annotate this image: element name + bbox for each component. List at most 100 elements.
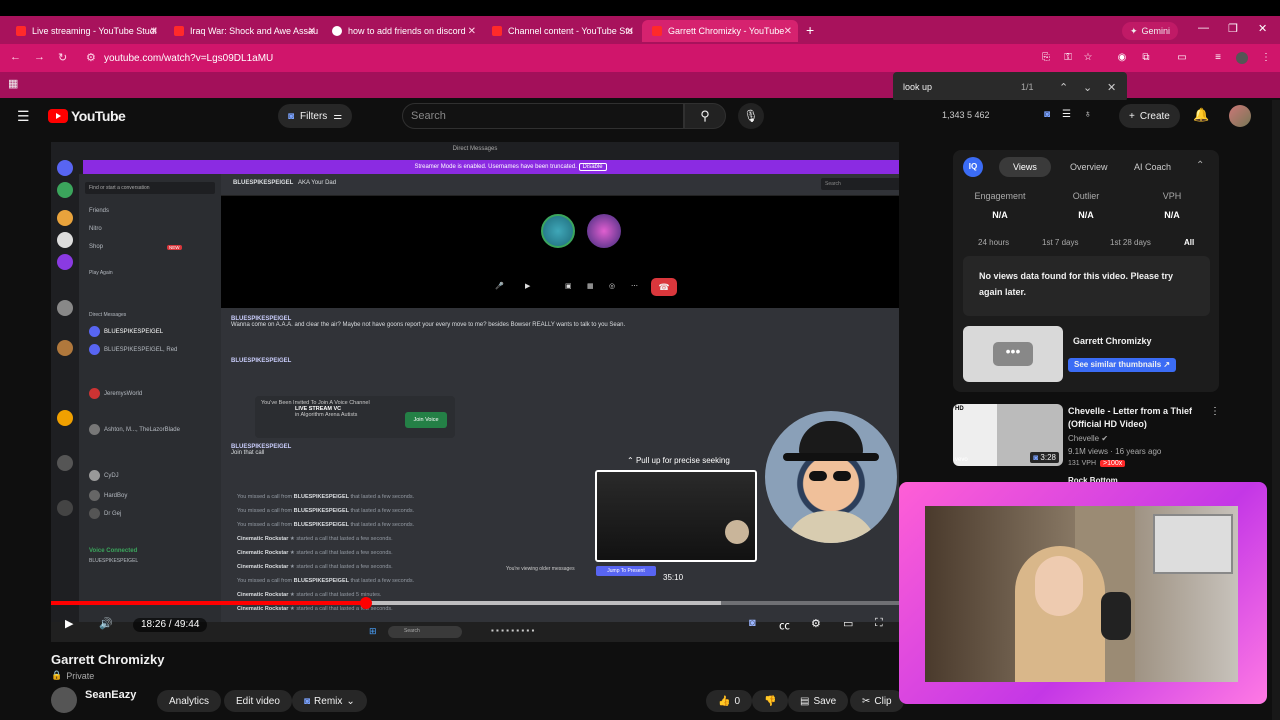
create-button[interactable]: + Create — [1119, 104, 1180, 128]
fullscreen-icon[interactable]: ⛶ — [875, 617, 883, 630]
avatar — [89, 326, 100, 337]
streamer-banner-text: Streamer Mode is enabled. Usernames have… — [414, 164, 577, 170]
collapse-icon[interactable]: ⌃ — [1196, 160, 1204, 171]
url-field[interactable]: youtube.com/watch?v=Lgs09DL1aMU — [104, 53, 273, 64]
find-prev-icon[interactable]: ⌃ — [1059, 81, 1068, 94]
hamburger-menu-icon[interactable]: ☰ — [17, 108, 30, 125]
close-icon[interactable]: ✕ — [150, 26, 158, 37]
tab-discord-search[interactable]: how to add friends on discord ✕ — [322, 20, 482, 42]
range-7d[interactable]: 1st 7 days — [1042, 238, 1078, 247]
forward-icon[interactable]: → — [34, 51, 45, 63]
dm-item: BLUESPIKESPEIGEL, Red — [89, 344, 177, 355]
tab-views[interactable]: Views — [999, 157, 1051, 177]
grid-icon[interactable]: ☰ — [1062, 109, 1071, 120]
minimize-icon[interactable]: — — [1198, 22, 1209, 34]
extensions-icon[interactable]: ⧉ — [1140, 52, 1152, 64]
youtube-logo[interactable]: YouTube — [48, 108, 126, 124]
search-input[interactable]: Search — [402, 103, 684, 129]
scrubber-handle[interactable] — [359, 597, 372, 609]
coat — [785, 511, 877, 543]
gemini-label: Gemini — [1141, 26, 1171, 36]
install-icon[interactable]: ⎘ — [1040, 52, 1052, 64]
close-icon[interactable]: ✕ — [784, 26, 792, 37]
apps-icon[interactable]: ▦ — [8, 77, 18, 90]
hang-up-icon: ☎ — [651, 278, 677, 296]
tab-iraq-war[interactable]: Iraq War: Shock and Awe Assau ✕ — [164, 20, 322, 42]
metric-value: N/A — [992, 210, 1008, 220]
profile-avatar[interactable] — [1236, 52, 1248, 64]
tab-overview[interactable]: Overview — [1056, 157, 1122, 177]
key-icon[interactable]: ⚿ — [1062, 52, 1074, 64]
play-icon[interactable]: ▶ — [65, 617, 73, 630]
remix-button[interactable]: ◙ Remix ⌄ — [292, 690, 367, 712]
vidiq-toolbar-icon[interactable]: ◙ — [1044, 109, 1050, 120]
vph-label: 131 VPH — [1068, 460, 1097, 467]
chat-message: BLUESPIKESPEIGEL Wanna come on A.A.A. and… — [231, 316, 625, 328]
gemini-button[interactable]: ✦ Gemini — [1122, 22, 1179, 40]
save-button[interactable]: ▤ Save — [788, 690, 849, 712]
recommended-title[interactable]: Chevelle - Letter from a Thief (Official… — [1068, 405, 1208, 431]
notifications-bell-icon[interactable]: 🔔 — [1193, 107, 1209, 123]
more-vert-icon[interactable]: ⋮ — [1260, 52, 1272, 64]
find-next-icon[interactable]: ⌄ — [1083, 81, 1092, 94]
channel-name[interactable]: SeanEazy — [85, 689, 136, 701]
vidiq-icon: ◙ — [288, 110, 295, 122]
more-vert-icon[interactable]: ⋮ — [1210, 406, 1220, 417]
recommended-thumbnail[interactable]: HD vevo ◙ 3:28 — [953, 404, 1063, 466]
find-input[interactable]: look up — [903, 82, 932, 92]
tab-garrett-chromizky[interactable]: Garrett Chromizky - YouTube ✕ — [642, 20, 798, 42]
settings-gear-icon[interactable]: ⚙ — [811, 617, 821, 630]
window-close-icon[interactable]: ✕ — [1258, 22, 1267, 35]
reload-icon[interactable]: ↻ — [58, 51, 67, 64]
dm-name: JeremysWorld — [104, 390, 143, 397]
tab-live-streaming[interactable]: Live streaming - YouTube Studi ✕ — [6, 20, 164, 42]
vidiq-extension-icon[interactable]: ◉ — [1116, 52, 1128, 64]
page-scrollbar[interactable] — [1272, 100, 1280, 720]
lightbulb-icon[interactable]: ♁ — [1084, 109, 1092, 120]
menu-list-icon[interactable]: ≡ — [1212, 52, 1224, 64]
subtitles-icon[interactable]: ㏄ — [779, 617, 790, 633]
see-similar-thumbnails-button[interactable]: See similar thumbnails ↗ — [1068, 358, 1177, 372]
miniplayer-icon[interactable]: ▭ — [843, 617, 853, 630]
channel-avatar[interactable] — [51, 687, 77, 713]
metric-value: N/A — [1078, 210, 1094, 220]
close-icon[interactable]: ✕ — [308, 26, 316, 37]
like-button[interactable]: 👍 0 — [706, 690, 753, 712]
filters-button[interactable]: ◙ Filters ⚌ — [278, 104, 353, 128]
range-28d[interactable]: 1st 28 days — [1110, 238, 1151, 247]
microphone-icon[interactable]: 🎙 — [738, 103, 764, 129]
dm-name: Dr Gej — [104, 510, 122, 517]
back-icon[interactable]: ← — [10, 51, 21, 63]
close-icon[interactable]: ✕ — [468, 26, 476, 37]
edit-video-button[interactable]: Edit video — [224, 690, 292, 712]
new-tab-button[interactable]: + — [806, 22, 814, 38]
find-bar: look up 1/1 ⌃ ⌄ ✕ — [893, 72, 1127, 102]
bookmark-star-icon[interactable]: ☆ — [1082, 52, 1094, 64]
clip-label: Clip — [874, 695, 892, 707]
range-24h[interactable]: 24 hours — [978, 238, 1009, 247]
close-icon[interactable]: ✕ — [626, 26, 634, 37]
server-icon — [57, 232, 73, 248]
search-icon[interactable]: ⚲ — [684, 103, 726, 129]
server-icon — [57, 254, 73, 270]
picture-frame — [1153, 514, 1233, 574]
message-text: Join that call — [231, 450, 265, 456]
maximize-icon[interactable]: ❐ — [1228, 22, 1238, 35]
tab-channel-content[interactable]: Channel content - YouTube Stu ✕ — [482, 20, 640, 42]
site-info-icon[interactable]: ⚙ — [86, 51, 96, 64]
tab-ai-coach[interactable]: AI Coach — [1120, 157, 1185, 177]
analytics-button[interactable]: Analytics — [157, 690, 222, 712]
clip-button[interactable]: ✂ Clip — [850, 690, 904, 712]
dm-item: CyDJ — [89, 470, 119, 481]
account-avatar[interactable] — [1229, 105, 1251, 127]
video-player[interactable]: Direct Messages Streamer Mode is enabled… — [51, 142, 899, 642]
nav-label: Nitro — [89, 226, 102, 232]
dislike-button[interactable]: 👎 — [752, 690, 789, 712]
nav-label: Shop — [89, 244, 104, 250]
range-all[interactable]: All — [1184, 238, 1194, 247]
top-strip — [0, 0, 1280, 16]
sidebar-icon[interactable]: ▭ — [1176, 52, 1188, 64]
find-close-icon[interactable]: ✕ — [1107, 81, 1116, 94]
volume-icon[interactable]: 🔊 — [99, 617, 113, 630]
vidiq-player-icon[interactable]: ◙ — [749, 617, 756, 629]
